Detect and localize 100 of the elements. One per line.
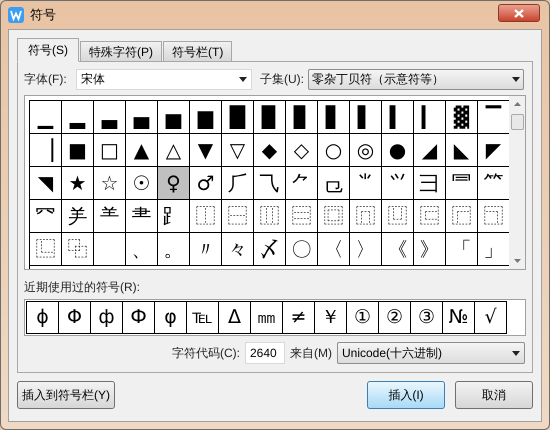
- symbol-cell[interactable]: ▂: [62, 101, 94, 134]
- symbol-cell[interactable]: ⺋: [318, 167, 350, 200]
- symbol-cell[interactable]: ◢: [414, 134, 446, 167]
- symbol-cell[interactable]: ⻊: [158, 200, 190, 233]
- close-button[interactable]: [498, 4, 540, 22]
- symbol-cell[interactable]: 、: [126, 233, 158, 266]
- recent-symbol-cell[interactable]: ɸ: [27, 301, 59, 334]
- symbol-cell[interactable]: ◆: [254, 134, 286, 167]
- symbol-cell[interactable]: ▌: [350, 101, 382, 134]
- symbol-cell[interactable]: 《: [382, 233, 414, 266]
- recent-symbol-cell[interactable]: ②: [379, 301, 411, 334]
- subset-dropdown[interactable]: 零杂丁贝符（示意符等）: [308, 68, 524, 90]
- symbol-cell[interactable]: ⺳: [30, 200, 62, 233]
- symbol-cell[interactable]: ▼: [190, 134, 222, 167]
- symbol-cell[interactable]: ▅: [158, 101, 190, 134]
- symbol-cell[interactable]: □: [94, 134, 126, 167]
- symbol-cell[interactable]: 。: [158, 233, 190, 266]
- symbol-cell[interactable]: ★: [62, 167, 94, 200]
- symbol-cell[interactable]: ⺌: [350, 167, 382, 200]
- symbol-cell[interactable]: 々: [222, 233, 254, 266]
- symbol-cell[interactable]: ⺁: [222, 167, 254, 200]
- symbol-cell[interactable]: ▍: [382, 101, 414, 134]
- recent-symbol-cell[interactable]: Φ: [59, 301, 91, 334]
- symbol-cell[interactable]: ⿷: [414, 200, 446, 233]
- symbol-cell[interactable]: ▁: [30, 101, 62, 134]
- scroll-up-icon[interactable]: [514, 102, 521, 106]
- symbol-cell[interactable]: ⿸: [446, 200, 478, 233]
- symbol-cell[interactable]: ⿻: [62, 233, 94, 266]
- symbol-cell[interactable]: ⿶: [382, 200, 414, 233]
- symbol-cell[interactable]: ⿵: [350, 200, 382, 233]
- tab[interactable]: 特殊字符(P): [80, 41, 162, 62]
- tab[interactable]: 符号(S): [17, 38, 79, 62]
- symbol-cell[interactable]: ⺄: [254, 167, 286, 200]
- recent-symbol-cell[interactable]: ③: [411, 301, 443, 334]
- symbol-cell[interactable]: 〃: [190, 233, 222, 266]
- recent-symbol-cell[interactable]: φ: [155, 301, 187, 334]
- symbol-cell[interactable]: ♂: [190, 167, 222, 200]
- symbol-cell[interactable]: 》: [414, 233, 446, 266]
- symbol-cell[interactable]: ♀: [158, 167, 190, 200]
- insert-button[interactable]: 插入(I): [367, 381, 445, 409]
- symbol-cell[interactable]: ⺍: [382, 167, 414, 200]
- symbol-cell[interactable]: ○: [318, 134, 350, 167]
- font-dropdown[interactable]: 宋体: [76, 68, 252, 90]
- symbol-cell[interactable]: ◇: [286, 134, 318, 167]
- recent-symbol-cell[interactable]: Ф: [123, 301, 155, 334]
- symbol-cell[interactable]: ⿳: [286, 200, 318, 233]
- symbol-cell[interactable]: ⺻: [126, 200, 158, 233]
- symbol-cell[interactable]: ▊: [286, 101, 318, 134]
- recent-symbol-cell[interactable]: ℡: [187, 301, 219, 334]
- symbol-cell[interactable]: ⺜: [446, 167, 478, 200]
- symbol-cell[interactable]: ▃: [94, 101, 126, 134]
- symbol-cell[interactable]: ◎: [350, 134, 382, 167]
- symbol-cell[interactable]: ■: [62, 134, 94, 167]
- recent-symbol-cell[interactable]: ①: [347, 301, 379, 334]
- recent-symbol-cell[interactable]: ≠: [283, 301, 315, 334]
- symbol-cell[interactable]: ⺷: [94, 200, 126, 233]
- symbol-cell[interactable]: ▽: [222, 134, 254, 167]
- symbol-cell[interactable]: ▕: [30, 134, 62, 167]
- symbol-cell[interactable]: ▄: [126, 101, 158, 134]
- symbol-cell[interactable]: △: [158, 134, 190, 167]
- symbol-cell[interactable]: 〉: [350, 233, 382, 266]
- symbol-cell[interactable]: ▉: [254, 101, 286, 134]
- from-dropdown[interactable]: Unicode(十六进制): [337, 342, 525, 364]
- symbol-cell[interactable]: ☉: [126, 167, 158, 200]
- tab[interactable]: 符号栏(T): [163, 41, 232, 62]
- symbol-cell[interactable]: ☆: [94, 167, 126, 200]
- recent-symbol-cell[interactable]: √: [475, 301, 507, 334]
- recent-symbol-cell[interactable]: ㎜: [251, 301, 283, 334]
- symbol-cell[interactable]: 〇: [286, 233, 318, 266]
- symbol-cell[interactable]: ⿺: [30, 233, 62, 266]
- scrollbar[interactable]: [509, 96, 525, 269]
- symbol-cell[interactable]: ⺈: [286, 167, 318, 200]
- recent-symbol-cell[interactable]: ф: [91, 301, 123, 334]
- char-code-field[interactable]: 2640: [245, 342, 285, 364]
- symbol-cell[interactable]: ◥: [30, 167, 62, 200]
- insert-to-symbol-bar-button[interactable]: 插入到符号栏(Y): [17, 381, 115, 409]
- recent-symbol-cell[interactable]: ￥: [315, 301, 347, 334]
- symbol-cell[interactable]: ⿲: [254, 200, 286, 233]
- symbol-cell[interactable]: █: [222, 101, 254, 134]
- symbol-cell[interactable]: [94, 233, 126, 266]
- symbol-cell[interactable]: ⿰: [190, 200, 222, 233]
- cancel-button[interactable]: 取消: [455, 381, 533, 409]
- symbol-cell[interactable]: ●: [382, 134, 414, 167]
- symbol-cell[interactable]: 〈: [318, 233, 350, 266]
- symbol-cell[interactable]: ▎: [414, 101, 446, 134]
- symbol-cell[interactable]: ◣: [446, 134, 478, 167]
- scroll-down-icon[interactable]: [514, 259, 521, 263]
- recent-symbol-cell[interactable]: Δ: [219, 301, 251, 334]
- symbol-cell[interactable]: ⿱: [222, 200, 254, 233]
- recent-symbol-cell[interactable]: №: [443, 301, 475, 334]
- scroll-thumb[interactable]: [510, 114, 524, 130]
- symbol-cell[interactable]: 〆: [254, 233, 286, 266]
- symbol-cell[interactable]: ▋: [318, 101, 350, 134]
- symbol-cell[interactable]: ▆: [190, 101, 222, 134]
- symbol-cell[interactable]: 「: [446, 233, 478, 266]
- symbol-cell[interactable]: ⺕: [414, 167, 446, 200]
- symbol-cell[interactable]: ⺶: [62, 200, 94, 233]
- symbol-cell[interactable]: ▓: [446, 101, 478, 134]
- symbol-cell[interactable]: ⿴: [318, 200, 350, 233]
- symbol-cell[interactable]: ▲: [126, 134, 158, 167]
